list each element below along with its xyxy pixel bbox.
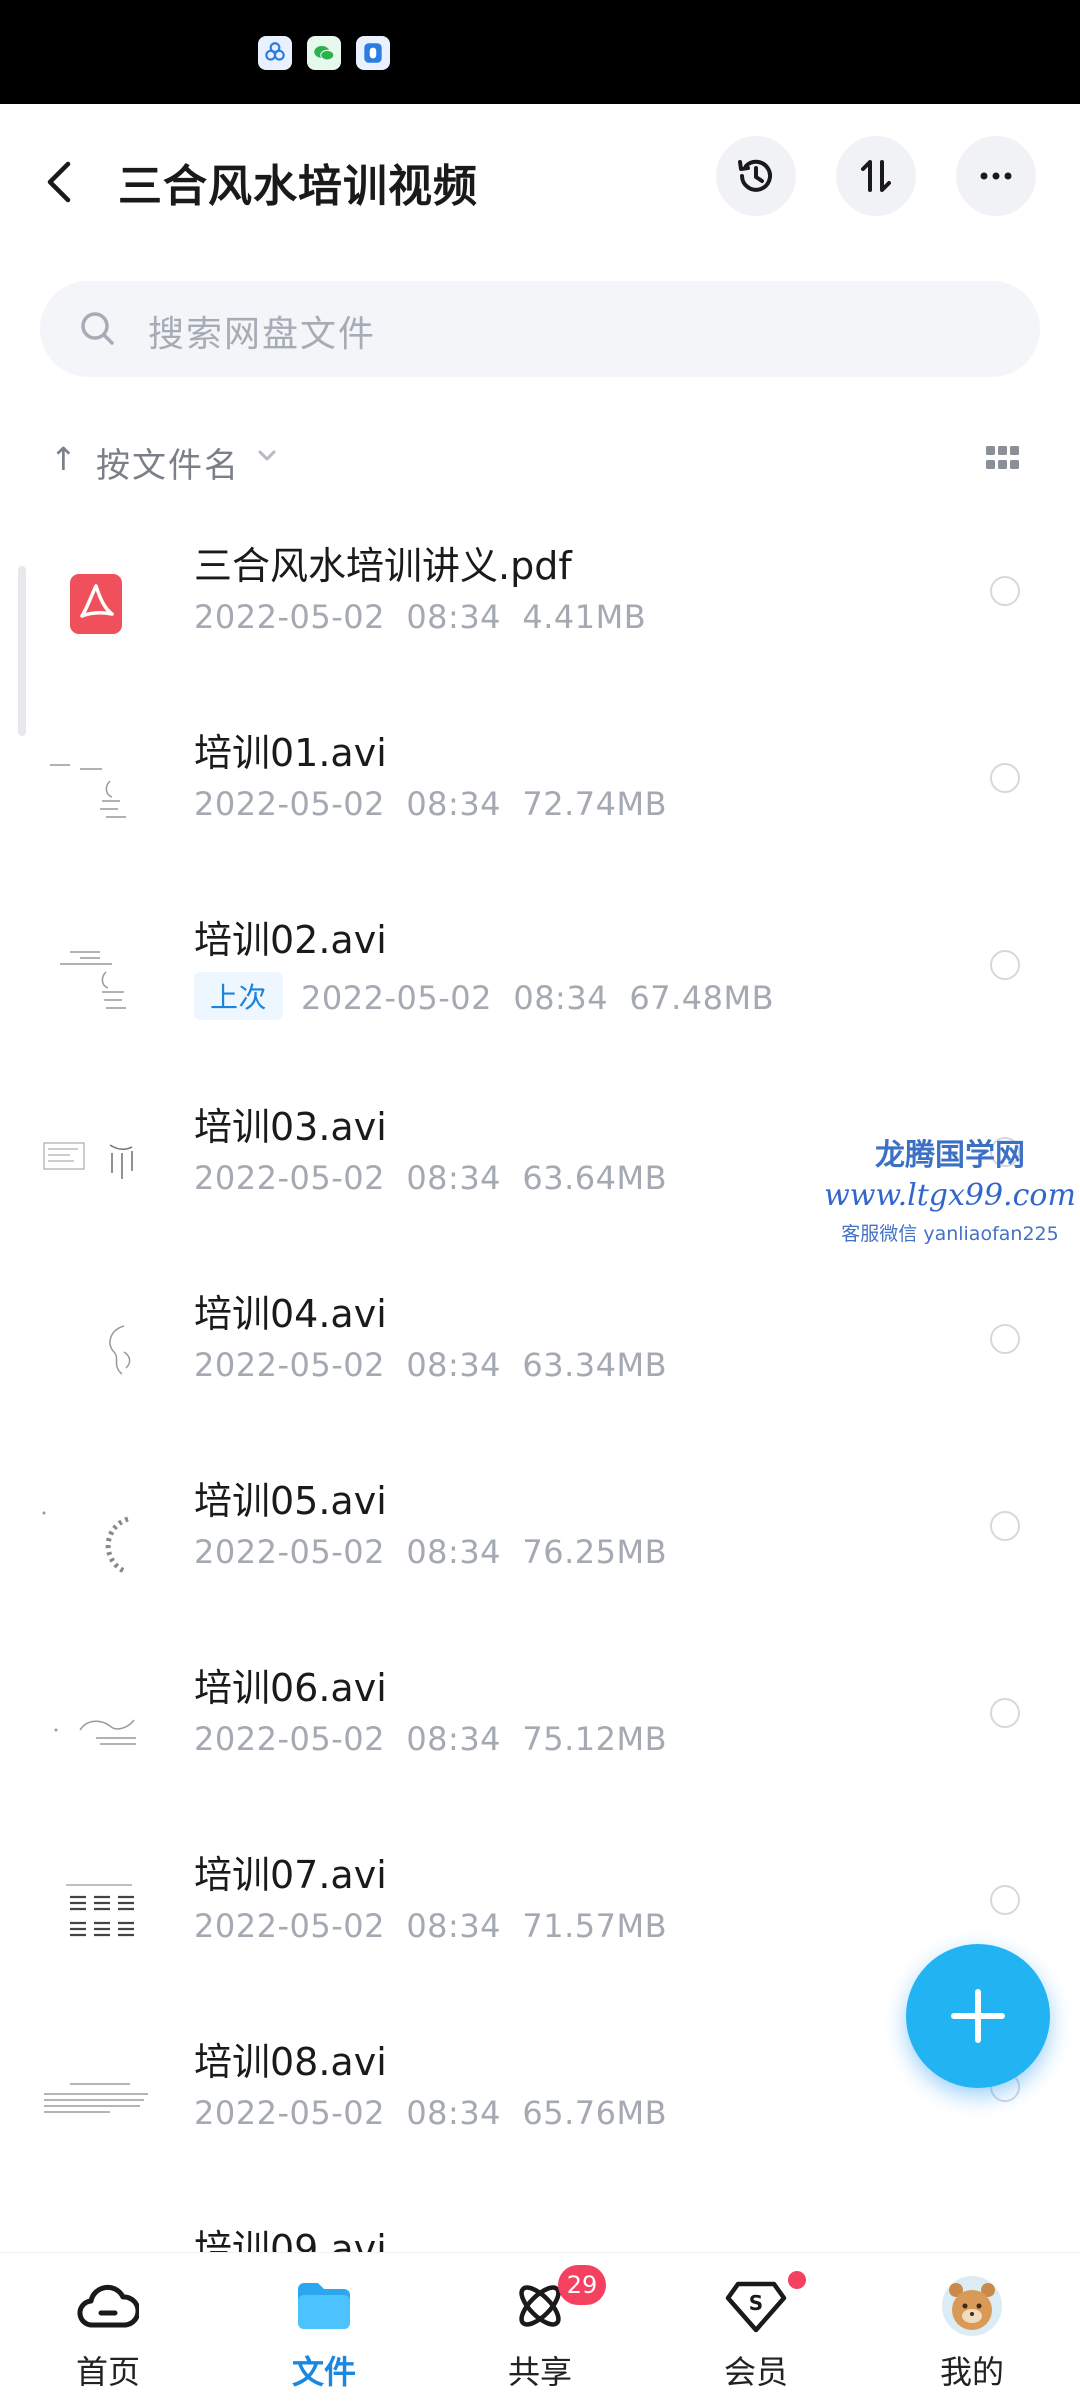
file-row[interactable]: 培训04.avi 2022-05-02 08:34 63.34MB: [0, 1268, 1080, 1455]
arrow-up-icon: ↑: [50, 440, 77, 478]
select-radio[interactable]: [990, 576, 1020, 606]
chevron-left-icon: [47, 161, 71, 203]
plus-icon: [951, 1989, 1005, 2043]
file-name: 培训02.avi: [194, 918, 387, 962]
grid-view-icon[interactable]: [986, 446, 1020, 472]
file-meta: 上次 2022-05-02 08:34 67.48MB: [194, 972, 774, 1020]
watermark-title: 龙腾国学网: [875, 1138, 1025, 1173]
tab-label: 文件: [291, 2353, 356, 2391]
cloud-icon: [72, 2273, 144, 2339]
more-button[interactable]: [956, 136, 1036, 216]
file-row[interactable]: 培训02.avi 上次 2022-05-02 08:34 67.48MB: [0, 894, 1080, 1081]
history-icon: [738, 159, 772, 192]
file-name: 三合风水培训讲义.pdf: [194, 544, 572, 588]
file-meta: 2022-05-02 08:34 76.25MB: [194, 1533, 668, 1571]
search-input[interactable]: 搜索网盘文件: [40, 281, 1040, 377]
file-meta: 2022-05-02 08:34 75.12MB: [194, 1720, 668, 1758]
select-radio[interactable]: [990, 950, 1020, 980]
file-name: 培训03.avi: [194, 1105, 387, 1149]
sort-bar: ↑ 按文件名: [0, 430, 1080, 490]
select-radio[interactable]: [990, 1698, 1020, 1728]
video-thumbnail: [40, 1109, 152, 1221]
watermark: 龙腾国学网 www.ltgx99.com 客服微信 yanliaofan225: [820, 1130, 1080, 1246]
file-meta: 2022-05-02 08:34 4.41MB: [194, 598, 647, 636]
status-bar: [0, 0, 1080, 104]
video-thumbnail: [40, 1857, 152, 1969]
file-name: 培训04.avi: [194, 1292, 387, 1336]
video-thumbnail: [40, 1483, 152, 1595]
tab-vip[interactable]: S 会员: [648, 2253, 864, 2401]
chevron-down-icon[interactable]: [256, 448, 278, 464]
bottom-navigation: 首页 文件 共享 29 S 会员 我的: [0, 2252, 1080, 2401]
select-radio[interactable]: [990, 1324, 1020, 1354]
avatar: [936, 2273, 1008, 2339]
video-thumbnail: [40, 922, 152, 1034]
file-name: 培训08.avi: [194, 2040, 387, 2084]
file-row[interactable]: 培训01.avi 2022-05-02 08:34 72.74MB: [0, 707, 1080, 894]
app-header: 三合风水培训视频: [0, 104, 1080, 254]
search-icon: [81, 312, 114, 345]
tab-share[interactable]: 共享: [432, 2253, 648, 2401]
sort-by-name-button[interactable]: 按文件名: [96, 438, 240, 487]
file-list: 三合风水培训讲义.pdf 2022-05-02 08:34 4.41MB 培训0…: [0, 520, 1080, 2390]
file-row[interactable]: 三合风水培训讲义.pdf 2022-05-02 08:34 4.41MB: [0, 520, 1080, 707]
svg-text:S: S: [749, 2291, 763, 2315]
sort-order-button[interactable]: [836, 136, 916, 216]
file-meta: 2022-05-02 08:34 63.64MB: [194, 1159, 668, 1197]
file-meta: 2022-05-02 08:34 72.74MB: [194, 785, 668, 823]
page-title: 三合风水培训视频: [118, 161, 478, 212]
tab-profile[interactable]: 我的: [864, 2253, 1080, 2401]
tab-label: 首页: [75, 2353, 140, 2391]
file-name: 培训01.avi: [194, 731, 387, 775]
tab-label: 会员: [723, 2353, 788, 2391]
file-name: 培训06.avi: [194, 1666, 387, 1710]
watermark-contact: 客服微信 yanliaofan225: [841, 1223, 1059, 1245]
more-icon: [980, 172, 1012, 180]
shield-notification-icon: [356, 36, 390, 70]
app-notification-icon: [258, 36, 292, 70]
tab-label: 我的: [939, 2353, 1004, 2391]
file-row[interactable]: 培训05.avi 2022-05-02 08:34 76.25MB: [0, 1455, 1080, 1642]
select-radio[interactable]: [990, 763, 1020, 793]
add-button[interactable]: [906, 1944, 1050, 2088]
video-thumbnail: [40, 1296, 152, 1408]
share-count-badge: 29: [558, 2265, 606, 2305]
tab-home[interactable]: 首页: [0, 2253, 216, 2401]
history-button[interactable]: [716, 136, 796, 216]
pdf-file-icon: [40, 548, 152, 660]
file-row[interactable]: 培训06.avi 2022-05-02 08:34 75.12MB: [0, 1642, 1080, 1829]
wechat-notification-icon: [307, 36, 341, 70]
video-thumbnail: [40, 735, 152, 847]
sort-order-icon: [861, 160, 891, 192]
file-meta: 2022-05-02 08:34 71.57MB: [194, 1907, 668, 1945]
video-thumbnail: [40, 1670, 152, 1782]
select-radio[interactable]: [990, 1885, 1020, 1915]
tab-label: 共享: [507, 2353, 572, 2391]
file-name: 培训05.avi: [194, 1479, 387, 1523]
file-meta: 2022-05-02 08:34 63.34MB: [194, 1346, 668, 1384]
file-meta: 2022-05-02 08:34 65.76MB: [194, 2094, 668, 2132]
select-radio[interactable]: [990, 1511, 1020, 1541]
tab-files[interactable]: 文件: [216, 2253, 432, 2401]
folder-icon: [288, 2273, 360, 2339]
watermark-url: www.ltgx99.com: [824, 1178, 1076, 1213]
video-thumbnail: [40, 2044, 152, 2156]
file-name: 培训07.avi: [194, 1853, 387, 1897]
search-placeholder: 搜索网盘文件: [148, 314, 377, 355]
notification-dot: [788, 2271, 806, 2289]
last-viewed-badge: 上次: [194, 972, 284, 1020]
vip-diamond-icon: S: [720, 2273, 792, 2339]
back-button[interactable]: [44, 152, 88, 212]
